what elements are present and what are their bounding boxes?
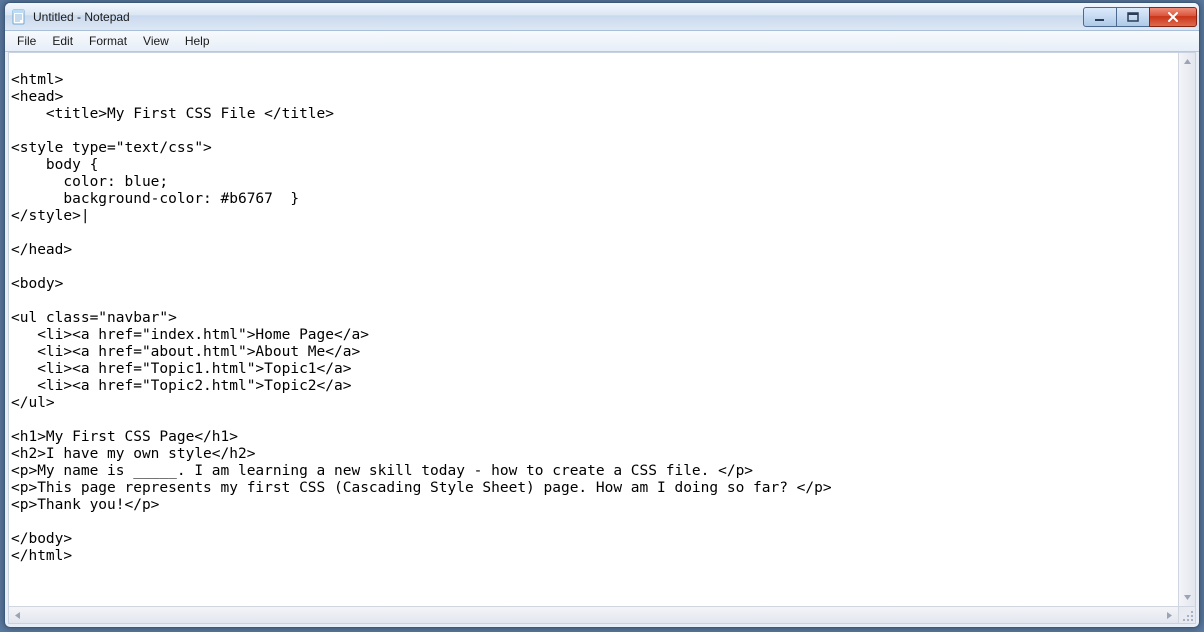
vertical-scrollbar[interactable] (1178, 53, 1195, 606)
menu-edit[interactable]: Edit (44, 32, 81, 50)
maximize-button[interactable] (1116, 7, 1150, 27)
scroll-down-button[interactable] (1179, 589, 1195, 606)
scroll-right-button[interactable] (1161, 607, 1178, 623)
horizontal-scrollbar[interactable] (9, 606, 1178, 623)
notepad-icon (11, 9, 27, 25)
menubar: File Edit Format View Help (5, 31, 1199, 52)
titlebar[interactable]: Untitled - Notepad (5, 3, 1199, 31)
vertical-scroll-track[interactable] (1179, 70, 1195, 589)
window-title: Untitled - Notepad (33, 10, 130, 24)
resize-grip[interactable] (1178, 606, 1195, 623)
horizontal-scroll-track[interactable] (26, 607, 1161, 623)
minimize-button[interactable] (1083, 7, 1117, 27)
notepad-window: Untitled - Notepad File Edit Format View (4, 2, 1200, 628)
menu-format[interactable]: Format (81, 32, 135, 50)
scroll-up-button[interactable] (1179, 53, 1195, 70)
scroll-left-button[interactable] (9, 607, 26, 623)
editor-viewport: <html> <head> <title>My First CSS File <… (9, 53, 1195, 623)
menu-file[interactable]: File (9, 32, 44, 50)
menu-help[interactable]: Help (177, 32, 218, 50)
menu-view[interactable]: View (135, 32, 177, 50)
window-controls (1084, 7, 1197, 27)
close-button[interactable] (1149, 7, 1197, 27)
text-editor[interactable]: <html> <head> <title>My First CSS File <… (9, 53, 1178, 606)
client-area: <html> <head> <title>My First CSS File <… (8, 52, 1196, 624)
